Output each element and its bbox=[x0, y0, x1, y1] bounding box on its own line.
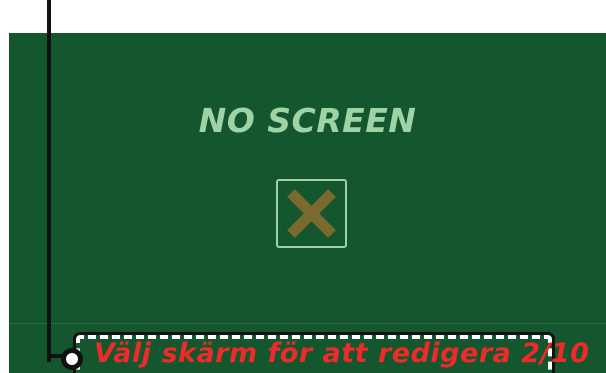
close-x-icon bbox=[287, 189, 336, 238]
screen-panel: NO SCREEN bbox=[9, 33, 606, 373]
no-screen-title: NO SCREEN bbox=[198, 101, 417, 140]
annotation-label: Välj skärm för att redigera 2/10 bbox=[94, 338, 590, 369]
callout-leader-line bbox=[47, 0, 51, 362]
callout-dot-icon bbox=[61, 348, 83, 370]
divider bbox=[9, 323, 606, 324]
select-screen-button[interactable] bbox=[276, 179, 347, 248]
